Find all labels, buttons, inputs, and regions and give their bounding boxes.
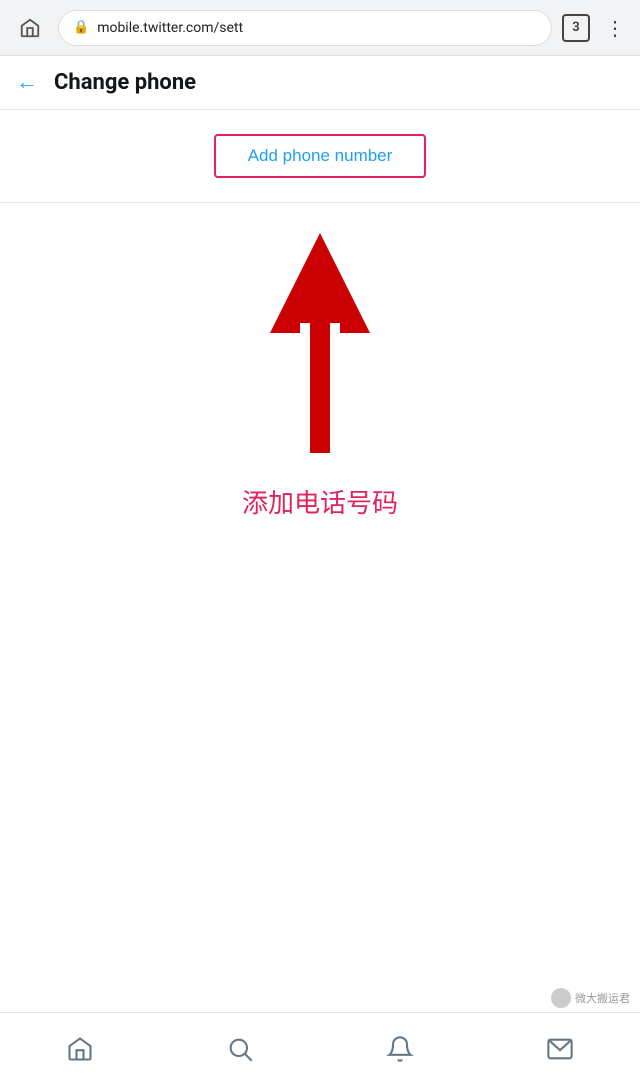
- bell-nav-icon: [386, 1035, 414, 1063]
- red-arrow-container: [260, 223, 380, 463]
- browser-menu-button[interactable]: ⋮: [600, 16, 628, 40]
- chinese-annotation-text: 添加电话号码: [242, 483, 398, 520]
- watermark-text: 微大搬运君: [575, 990, 630, 1006]
- nav-search[interactable]: [210, 1025, 270, 1073]
- add-phone-number-button[interactable]: Add phone number: [214, 134, 427, 178]
- browser-chrome: 🔒 mobile.twitter.com/sett 3 ⋮: [0, 0, 640, 56]
- page-header: ← Change phone: [0, 56, 640, 110]
- nav-home[interactable]: [50, 1025, 110, 1073]
- bottom-nav: [0, 1012, 640, 1084]
- back-button[interactable]: ←: [16, 72, 38, 94]
- nav-notifications[interactable]: [370, 1025, 430, 1073]
- page-title: Change phone: [54, 70, 196, 95]
- tab-count-badge[interactable]: 3: [562, 14, 590, 42]
- red-arrow-icon: [260, 223, 380, 463]
- url-text: mobile.twitter.com/sett: [97, 20, 537, 36]
- address-bar[interactable]: 🔒 mobile.twitter.com/sett: [58, 10, 552, 46]
- annotation-area: 添加电话号码: [0, 203, 640, 550]
- nav-messages[interactable]: [530, 1025, 590, 1073]
- watermark: 微大搬运君: [551, 988, 630, 1008]
- search-nav-icon: [226, 1035, 254, 1063]
- lock-icon: 🔒: [73, 20, 89, 35]
- watermark-icon: [551, 988, 571, 1008]
- browser-home-button[interactable]: [12, 10, 48, 46]
- home-nav-icon: [66, 1035, 94, 1063]
- mail-nav-icon: [546, 1035, 574, 1063]
- content-area: Add phone number: [0, 110, 640, 203]
